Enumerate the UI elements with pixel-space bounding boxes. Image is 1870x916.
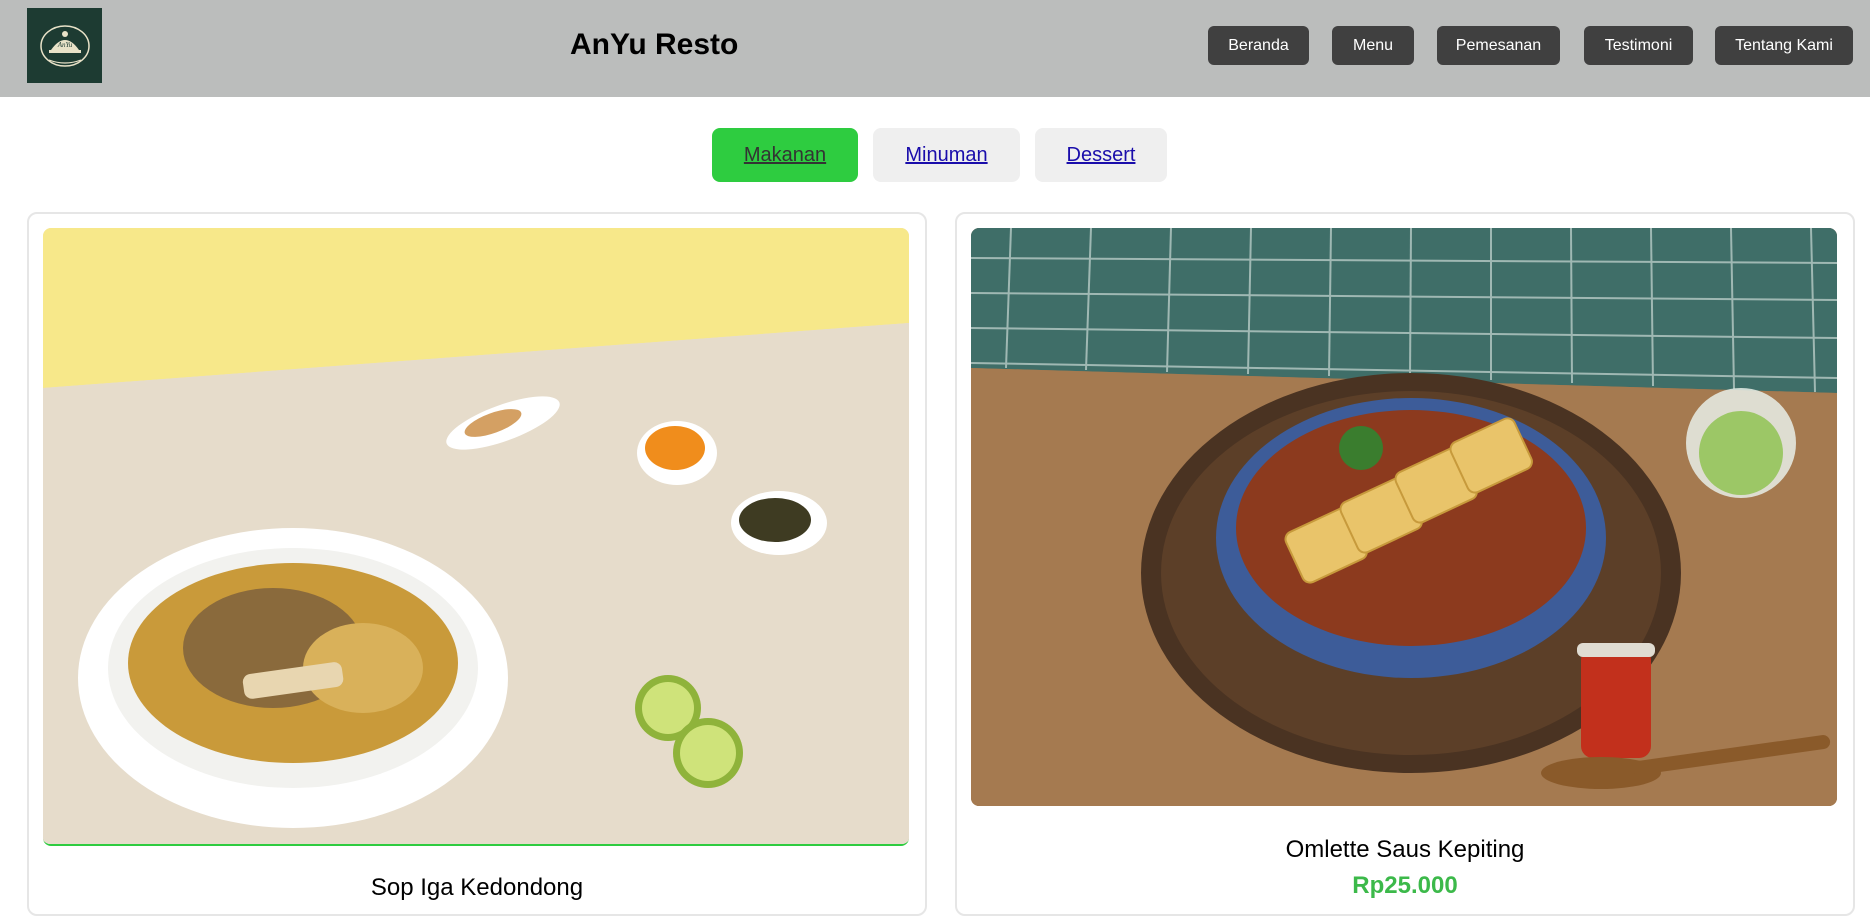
soup-bowl-photo (43, 228, 909, 846)
site-header: AnYu AnYu Resto Beranda Menu Pemesanan T… (0, 0, 1870, 97)
menu-item-name: Sop Iga Kedondong (370, 874, 584, 901)
menu-item-price: Rp25.000 (1352, 872, 1458, 899)
menu-card[interactable]: Omlette Saus Kepiting Rp25.000 (955, 212, 1855, 916)
menu-card[interactable]: Sop Iga Kedondong (27, 212, 927, 916)
svg-text:AnYu: AnYu (56, 41, 72, 49)
chef-hat-logo-icon: AnYu (39, 24, 90, 67)
nav-menu-button[interactable]: Menu (1332, 26, 1414, 65)
omelette-bowl-photo (971, 228, 1837, 806)
tab-makanan[interactable]: Makanan (712, 128, 858, 182)
nav-testimoni-button[interactable]: Testimoni (1584, 26, 1693, 65)
nav-tentang-kami-button[interactable]: Tentang Kami (1715, 26, 1853, 65)
tab-dessert[interactable]: Dessert (1035, 128, 1167, 182)
tab-minuman[interactable]: Minuman (873, 128, 1020, 182)
nav-beranda-button[interactable]: Beranda (1208, 26, 1309, 65)
nav-pemesanan-button[interactable]: Pemesanan (1437, 26, 1560, 65)
menu-item-name: Omlette Saus Kepiting (1285, 836, 1525, 863)
site-title: AnYu Resto (570, 28, 739, 61)
logo[interactable]: AnYu (27, 8, 102, 83)
